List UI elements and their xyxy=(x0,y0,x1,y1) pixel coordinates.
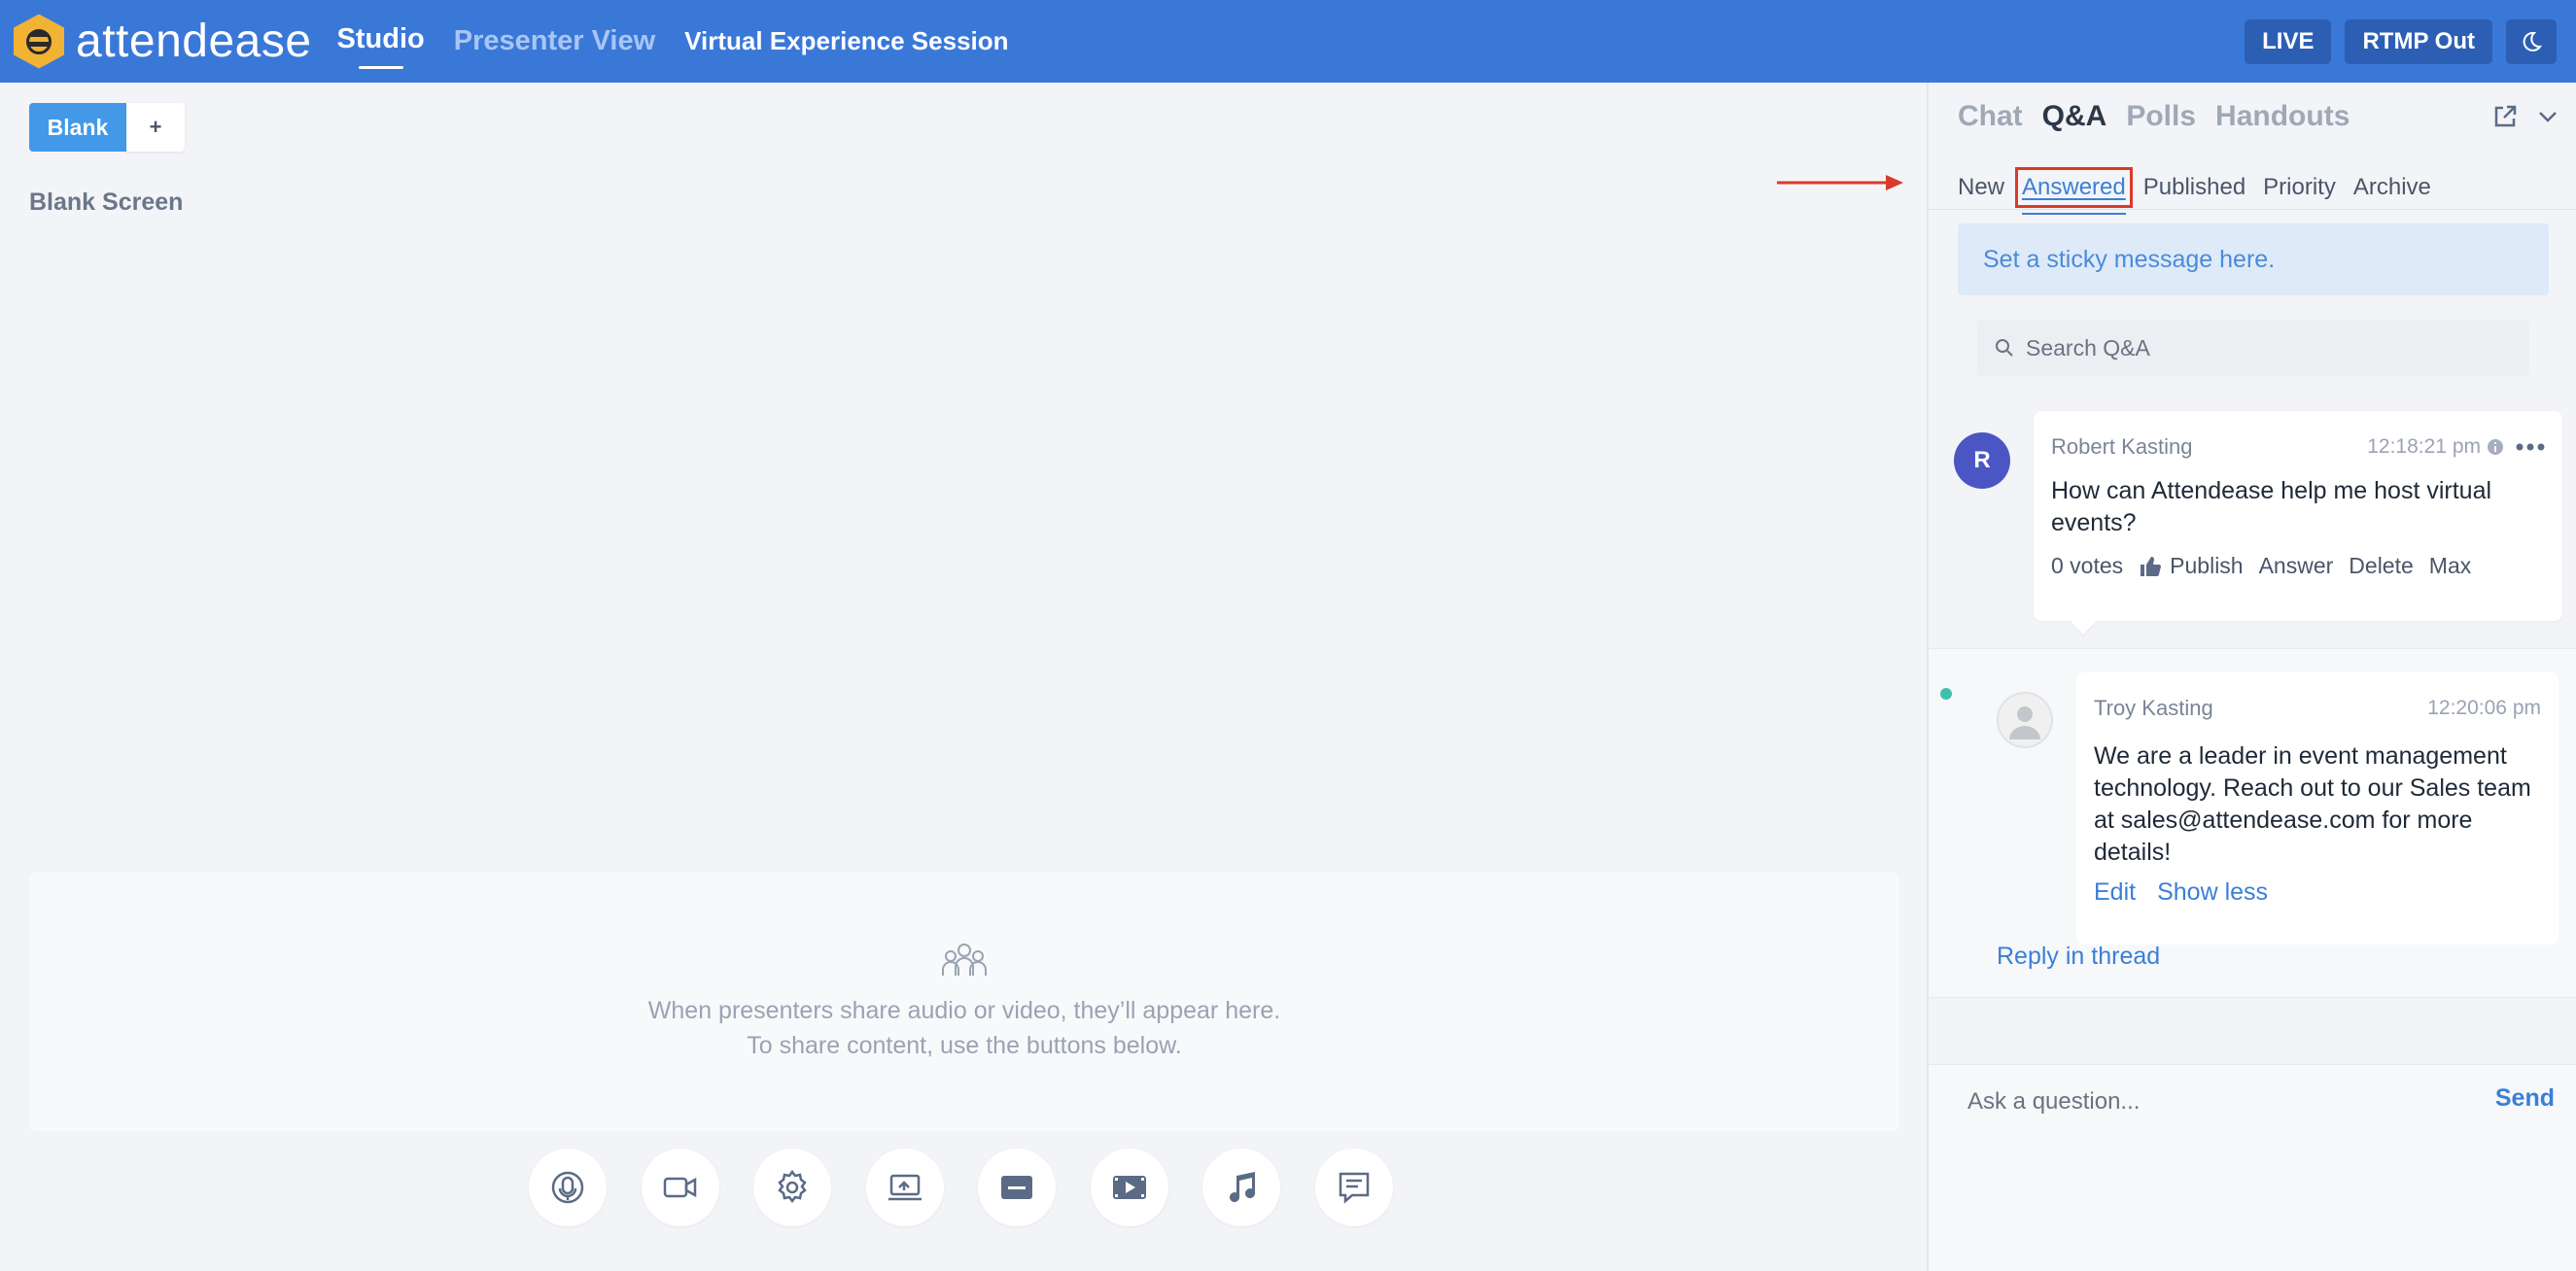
presenters-icon xyxy=(942,944,987,976)
theme-toggle-button[interactable] xyxy=(2506,18,2557,64)
logo[interactable]: attendease xyxy=(14,14,312,69)
message-icon xyxy=(1339,1172,1369,1204)
ask-question-input[interactable]: Ask a question... xyxy=(1967,1088,2140,1116)
info-icon[interactable] xyxy=(2487,438,2504,456)
question-time: 12:18:21 pm xyxy=(2367,435,2481,458)
camera-icon xyxy=(663,1177,696,1198)
max-button[interactable]: Max xyxy=(2429,553,2471,579)
camera-button[interactable] xyxy=(641,1149,719,1226)
qa-sub-tabs: New Answered Published Priority Archive xyxy=(1958,166,2449,215)
thumbs-up-icon xyxy=(2141,556,2162,576)
screen-share-button[interactable] xyxy=(865,1149,944,1226)
collapse-button[interactable] xyxy=(2535,104,2560,129)
nav-presenter-view[interactable]: Presenter View xyxy=(454,25,655,57)
microphone-button[interactable] xyxy=(529,1149,607,1226)
live-button[interactable]: LIVE xyxy=(2245,18,2332,64)
session-title: Virtual Experience Session xyxy=(684,26,1009,55)
question-card: Robert Kasting 12:18:21 pm How can Atten… xyxy=(2034,411,2562,621)
avatar: R xyxy=(1954,432,2010,489)
sub-tab-answered[interactable]: Answered xyxy=(2015,167,2133,215)
logo-text: attendease xyxy=(76,16,312,67)
popout-button[interactable] xyxy=(2492,104,2518,129)
publish-button[interactable]: Publish xyxy=(2170,553,2243,579)
presenter-area: When presenters share audio or video, th… xyxy=(29,873,1899,1131)
avatar xyxy=(1997,692,2053,748)
scene-tabs: Blank + xyxy=(29,103,185,152)
ask-question-bar: Ask a question... Send xyxy=(1929,1064,2576,1271)
tab-chat[interactable]: Chat xyxy=(1958,100,2023,133)
nav-studio[interactable]: Studio xyxy=(337,23,425,69)
divider xyxy=(1929,209,2576,210)
video-icon xyxy=(1112,1176,1146,1199)
answer-card: Troy Kasting 12:20:06 pm We are a leader… xyxy=(2076,672,2559,945)
edit-button[interactable]: Edit xyxy=(2094,878,2136,907)
vote-count: 0 votes xyxy=(2051,553,2124,578)
upvote-button[interactable] xyxy=(2139,555,2162,578)
settings-icon xyxy=(778,1169,807,1204)
answer-time: 12:20:06 pm xyxy=(2427,697,2541,719)
sub-tab-archive[interactable]: Archive xyxy=(2353,174,2431,201)
screen-share-icon xyxy=(888,1174,922,1201)
presenter-hint-line-1: When presenters share audio or video, th… xyxy=(647,997,1281,1024)
top-bar: attendease Studio Presenter View Virtual… xyxy=(0,0,2576,83)
more-options-button[interactable] xyxy=(2516,442,2545,452)
rtmp-out-button[interactable]: RTMP Out xyxy=(2345,18,2492,64)
sub-tab-published[interactable]: Published xyxy=(2143,174,2245,201)
ellipsis-icon xyxy=(2516,443,2545,451)
settings-button[interactable] xyxy=(753,1149,831,1226)
delete-button[interactable]: Delete xyxy=(2349,553,2413,579)
banner-button[interactable] xyxy=(978,1149,1056,1226)
moon-icon xyxy=(2523,31,2543,52)
tab-handouts[interactable]: Handouts xyxy=(2215,100,2350,133)
annotation-arrow-icon xyxy=(1777,175,1903,190)
user-icon xyxy=(2009,706,2040,739)
chevron-down-icon xyxy=(2539,112,2557,122)
question-text: How can Attendease help me host virtual … xyxy=(2051,477,2492,536)
media-toolbar xyxy=(529,1149,1427,1226)
reply-in-thread-button[interactable]: Reply in thread xyxy=(1997,943,2160,971)
engagement-panel: Chat Q&A Polls Handouts New Answered Pub… xyxy=(1927,83,2576,1271)
add-scene-button[interactable]: + xyxy=(126,103,185,152)
panel-tabs: Chat Q&A Polls Handouts xyxy=(1958,100,2369,133)
answer-thread: Troy Kasting 12:20:06 pm We are a leader… xyxy=(1929,648,2576,998)
sub-tab-priority[interactable]: Priority xyxy=(2263,174,2336,201)
send-button[interactable]: Send xyxy=(2495,1084,2555,1113)
sub-tab-new[interactable]: New xyxy=(1958,174,2004,201)
qa-search-input[interactable]: Search Q&A xyxy=(1977,320,2529,376)
question-author: Robert Kasting xyxy=(2051,434,2193,459)
microphone-icon xyxy=(551,1171,584,1204)
sticky-message-input[interactable]: Set a sticky message here. xyxy=(1958,223,2549,295)
scene-title: Blank Screen xyxy=(29,189,184,216)
presenter-hint-line-2: To share content, use the buttons below. xyxy=(747,1032,1182,1059)
answer-text: We are a leader in event management tech… xyxy=(2094,742,2531,866)
message-button[interactable] xyxy=(1314,1149,1393,1226)
video-button[interactable] xyxy=(1090,1149,1168,1226)
search-icon xyxy=(1995,338,2014,358)
scene-tab-blank[interactable]: Blank xyxy=(29,103,126,152)
online-indicator xyxy=(1940,688,1952,700)
external-link-icon xyxy=(2494,105,2517,127)
banner-icon xyxy=(1001,1176,1032,1199)
music-button[interactable] xyxy=(1202,1149,1280,1226)
search-placeholder: Search Q&A xyxy=(2026,334,2150,361)
bee-logo-icon xyxy=(14,14,64,69)
answer-button[interactable]: Answer xyxy=(2259,553,2334,579)
tab-qa[interactable]: Q&A xyxy=(2042,100,2107,133)
tab-polls[interactable]: Polls xyxy=(2126,100,2196,133)
show-less-button[interactable]: Show less xyxy=(2157,878,2268,907)
music-icon xyxy=(1230,1172,1256,1203)
answer-author: Troy Kasting xyxy=(2094,696,2213,720)
